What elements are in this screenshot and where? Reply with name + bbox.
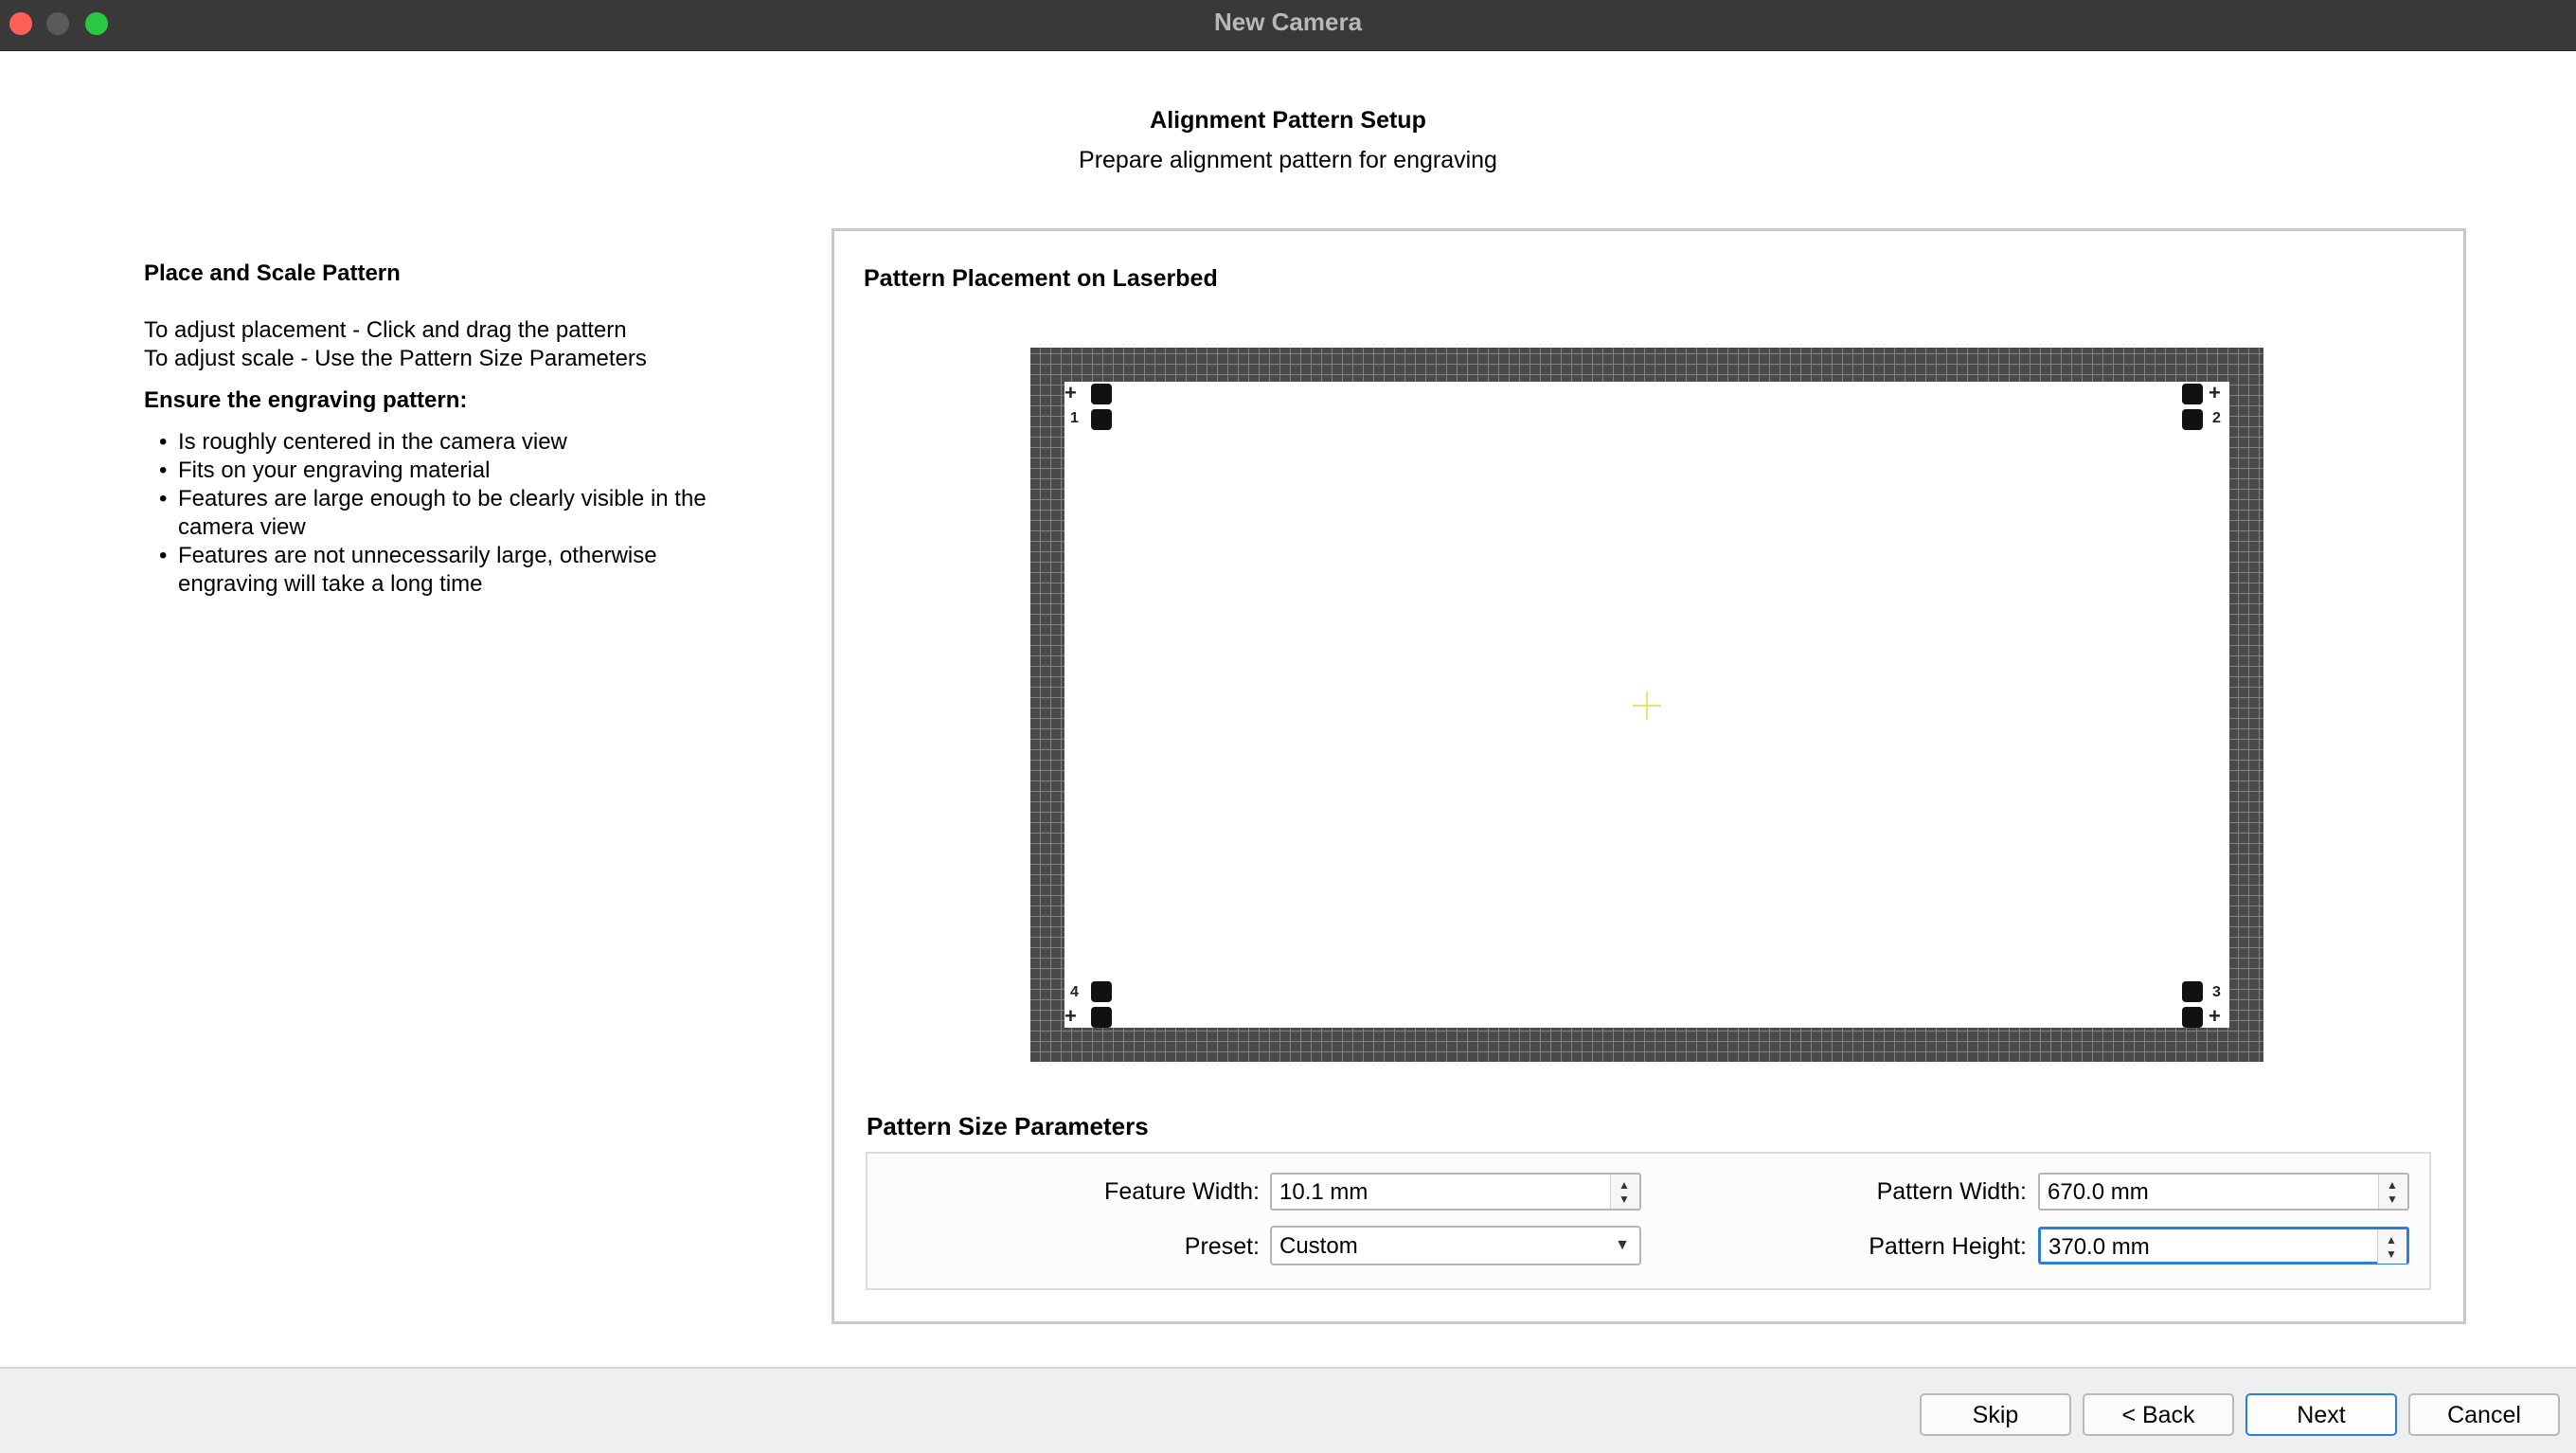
spin-arrows[interactable]: ▲ ▼	[1610, 1175, 1639, 1209]
plus-icon: +	[1064, 381, 1077, 404]
alignment-marker	[2182, 409, 2203, 430]
pattern-width-spinbox[interactable]: 670.0 mm ▲ ▼	[2038, 1173, 2409, 1211]
preset-dropdown[interactable]: Custom ▼	[1270, 1226, 1641, 1265]
pattern-width-label: Pattern Width:	[1876, 1178, 2027, 1205]
placement-title: Pattern Placement on Laserbed	[864, 265, 1218, 292]
chevron-up-icon[interactable]: ▲	[1619, 1179, 1630, 1191]
page-subtitle: Prepare alignment pattern for engraving	[1079, 147, 1497, 173]
preset-value: Custom	[1279, 1233, 1358, 1259]
spin-arrows[interactable]: ▲ ▼	[2377, 1229, 2406, 1264]
chevron-up-icon[interactable]: ▲	[2386, 1234, 2397, 1246]
instructions-heading: Place and Scale Pattern	[144, 260, 401, 286]
plus-icon: +	[2209, 381, 2221, 404]
preset-label: Preset:	[1184, 1233, 1260, 1260]
chevron-down-icon[interactable]: ▼	[2386, 1248, 2397, 1260]
feature-width-spinbox[interactable]: 10.1 mm ▲ ▼	[1270, 1173, 1641, 1211]
corner-number-3: 3	[2212, 984, 2221, 1000]
alignment-marker	[1091, 1007, 1112, 1028]
chevron-down-icon[interactable]: ▼	[1619, 1193, 1630, 1205]
alignment-marker	[2182, 384, 2203, 404]
chevron-down-icon[interactable]: ▼	[2387, 1193, 2398, 1205]
alignment-marker	[1091, 409, 1112, 430]
alignment-marker	[2182, 1007, 2203, 1028]
window-title: New Camera	[1213, 8, 1363, 36]
back-button[interactable]: < Back	[2083, 1393, 2234, 1436]
instruction-scale: To adjust scale - Use the Pattern Size P…	[144, 346, 647, 371]
instructions-panel: Place and Scale Pattern To adjust placem…	[144, 260, 750, 599]
corner-number-4: 4	[1070, 984, 1079, 1000]
requirements-list: Is roughly centered in the camera view F…	[144, 428, 750, 599]
pattern-height-value: 370.0 mm	[2048, 1234, 2150, 1260]
list-item: Is roughly centered in the camera view	[144, 428, 750, 457]
page-title: Alignment Pattern Setup	[1150, 107, 1426, 134]
chevron-up-icon[interactable]: ▲	[2387, 1179, 2398, 1191]
chevron-down-icon: ▼	[1615, 1237, 1630, 1253]
spin-arrows[interactable]: ▲ ▼	[2378, 1175, 2407, 1209]
alignment-marker	[1091, 384, 1112, 404]
cancel-button[interactable]: Cancel	[2408, 1393, 2560, 1436]
instruction-placement: To adjust placement - Click and drag the…	[144, 317, 627, 343]
feature-width-value: 10.1 mm	[1279, 1179, 1368, 1205]
title-bar: New Camera	[0, 0, 2576, 51]
crosshair-icon-vertical	[1646, 691, 1648, 720]
alignment-marker	[1091, 981, 1112, 1002]
next-button[interactable]: Next	[2245, 1393, 2397, 1436]
pattern-width-value: 670.0 mm	[2048, 1179, 2149, 1205]
list-item: Features are large enough to be clearly …	[144, 485, 765, 542]
plus-icon: +	[2209, 1004, 2221, 1028]
feature-width-label: Feature Width:	[1104, 1178, 1260, 1205]
parameters-title: Pattern Size Parameters	[867, 1112, 1149, 1140]
list-item: Features are not unnecessarily large, ot…	[144, 542, 708, 599]
pattern-height-spinbox[interactable]: 370.0 mm ▲ ▼	[2038, 1227, 2409, 1265]
plus-icon: +	[1064, 1004, 1077, 1028]
corner-number-2: 2	[2212, 410, 2221, 426]
corner-number-1: 1	[1070, 410, 1079, 426]
list-item: Fits on your engraving material	[144, 457, 750, 485]
pattern-height-label: Pattern Height:	[1869, 1233, 2027, 1260]
skip-button[interactable]: Skip	[1920, 1393, 2071, 1436]
alignment-marker	[2182, 981, 2203, 1002]
ensure-heading: Ensure the engraving pattern:	[144, 387, 468, 413]
